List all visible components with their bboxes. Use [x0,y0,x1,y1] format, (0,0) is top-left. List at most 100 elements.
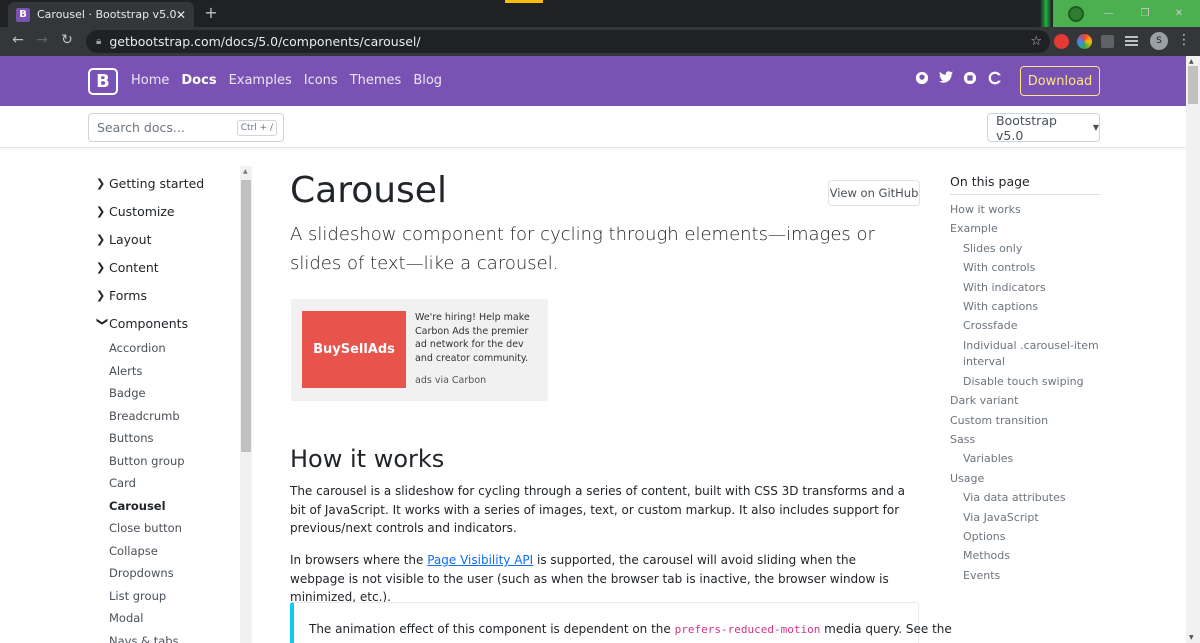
ad-via-link[interactable]: ads via Carbon [415,375,486,386]
lock-icon: 🔒︎ [96,36,102,47]
sidebar-item[interactable]: Badge [109,386,146,400]
chevron-down-icon: ❯ [96,317,109,327]
browser-toolbar: ← → ↻ 🔒︎ getbootstrap.com/docs/5.0/compo… [0,27,1200,56]
maximize-button[interactable]: ❐ [1132,0,1158,27]
nav-link-home[interactable]: Home [131,73,169,88]
nav-link-themes[interactable]: Themes [350,73,402,88]
new-tab-button[interactable]: + [202,4,220,22]
extension-color-wheel-icon[interactable] [1077,34,1092,49]
toc-link[interactable]: Usage [950,471,1090,487]
carbon-ad[interactable]: BuySellAds We're hiring! Help make Carbo… [291,299,548,401]
sidebar-item[interactable]: Breadcrumb [109,409,180,423]
ad-image[interactable]: BuySellAds [302,311,406,388]
sidebar-item[interactable]: Dropdowns [109,566,174,580]
nav-link-docs[interactable]: Docs [181,73,216,88]
sidebar-group-layout[interactable]: ❯ Layout [96,232,152,247]
minimize-button[interactable]: — [1096,0,1122,27]
sidebar-item[interactable]: Card [109,476,136,490]
sidebar-group-components[interactable]: ❯ Components [96,316,188,331]
sidebar-group-label: Layout [109,232,152,247]
tab-accent [505,0,543,3]
sidebar-item[interactable]: Navs & tabs [109,634,179,643]
opencollective-icon[interactable] [988,71,1002,89]
toc-link[interactable]: How it works [950,202,1090,218]
callout-text-pre: The animation effect of this component i… [309,622,675,636]
sidebar-scrollbar[interactable]: ▲ [240,166,252,643]
close-window-button[interactable]: ✕ [1166,0,1192,27]
sidebar-item[interactable]: Close button [109,521,182,535]
media-queue-icon[interactable] [1125,36,1138,46]
page-scroll-thumb[interactable] [1188,66,1198,104]
toc-link[interactable]: Sass [950,432,1090,448]
reload-icon[interactable]: ↻ [55,32,79,48]
back-arrow-icon[interactable]: ← [6,32,30,48]
callout-text-post: media query. See the [820,622,952,636]
ad-text[interactable]: We're hiring! Help make Carbon Ads the p… [415,311,535,365]
browser-menu-icon[interactable]: ⋮ [1177,32,1191,48]
nav-link-blog[interactable]: Blog [413,73,442,88]
toc-link[interactable]: Events [963,568,1103,584]
toc-link[interactable]: With controls [963,260,1103,276]
scroll-up-icon[interactable]: ▲ [243,168,248,175]
sidebar-item[interactable]: Modal [109,611,144,625]
page-visibility-api-link[interactable]: Page Visibility API [427,553,533,567]
bootstrap-favicon-icon: B [16,7,30,22]
sidebar-item[interactable]: Accordion [109,341,166,355]
nav-link-icons[interactable]: Icons [304,73,338,88]
sidebar-group-customize[interactable]: ❯ Customize [96,204,175,219]
sidebar-group-content[interactable]: ❯ Content [96,260,159,275]
toc-link[interactable]: Via data attributes [963,490,1103,506]
github-icon[interactable] [915,71,929,89]
sidebar-group-getting-started[interactable]: ❯ Getting started [96,176,204,191]
sidebar-item[interactable]: Button group [109,454,185,468]
url-text: getbootstrap.com/docs/5.0/components/car… [109,34,421,49]
toc-link[interactable]: Custom transition [950,413,1090,429]
toc-link[interactable]: With indicators [963,280,1103,296]
page-title: Carousel [290,170,447,211]
toc-link[interactable]: Individual .carousel-item interval [963,338,1103,370]
toc-link[interactable]: Variables [963,451,1103,467]
toc-title: On this page [950,174,1030,189]
download-button[interactable]: Download [1020,66,1100,96]
slack-icon[interactable] [963,71,977,89]
forward-arrow-icon[interactable]: → [30,32,54,48]
browser-tab[interactable]: B Carousel · Bootstrap v5.0 ✕ [8,2,194,27]
sidebar-item[interactable]: Collapse [109,544,158,558]
scroll-down-icon[interactable]: ▼ [1189,634,1194,641]
nav-link-examples[interactable]: Examples [229,73,292,88]
profile-avatar[interactable]: S [1150,32,1168,50]
toc-link[interactable]: Dark variant [950,393,1090,409]
sidebar-item[interactable]: Buttons [109,431,154,445]
version-dropdown[interactable]: Bootstrap v5.0 ▼ [987,113,1100,143]
twitter-icon[interactable] [939,71,953,87]
bookmark-star-icon[interactable]: ☆ [1030,34,1042,49]
close-tab-icon[interactable]: ✕ [176,8,186,22]
toc-link[interactable]: Options [963,529,1103,545]
sidebar-item[interactable]: Alerts [109,364,142,378]
view-on-github-button[interactable]: View on GitHub [828,180,920,206]
toc-link[interactable]: Example [950,221,1090,237]
toc-link[interactable]: Via JavaScript [963,510,1103,526]
sidebar-item[interactable]: List group [109,589,166,603]
bootstrap-logo-icon[interactable]: B [88,68,118,95]
toc-link[interactable]: Disable touch swiping [963,374,1103,390]
toc-link[interactable]: With captions [963,299,1103,315]
address-bar[interactable]: 🔒︎ getbootstrap.com/docs/5.0/components/… [86,30,1050,53]
paragraph-intro: The carousel is a slideshow for cycling … [290,484,905,535]
scroll-up-icon[interactable]: ▲ [1189,58,1194,65]
docs-sidebar: ❯ Getting started ❯ Customize ❯ Layout ❯ Con… [88,168,253,643]
sidebar-group-forms[interactable]: ❯ Forms [96,288,147,303]
extensions-puzzle-icon[interactable] [1101,35,1114,48]
profile-dot-icon[interactable] [1068,6,1084,22]
sidebar-item[interactable]: Carousel [109,499,166,513]
navbar-links: Home Docs Examples Icons Themes Blog [131,73,442,88]
search-input[interactable]: Search docs... Ctrl + / [88,113,284,142]
callout-text: The animation effect of this component i… [309,622,952,636]
toc-link[interactable]: Slides only [963,241,1103,257]
toc-link[interactable]: Methods [963,548,1103,564]
sidebar-scroll-thumb[interactable] [241,180,251,452]
callout-code: prefers-reduced-motion [674,623,821,636]
page-scrollbar[interactable]: ▲ ▼ [1186,56,1200,643]
toc-link[interactable]: Crossfade [963,318,1103,334]
extension-red-icon[interactable] [1054,34,1069,49]
